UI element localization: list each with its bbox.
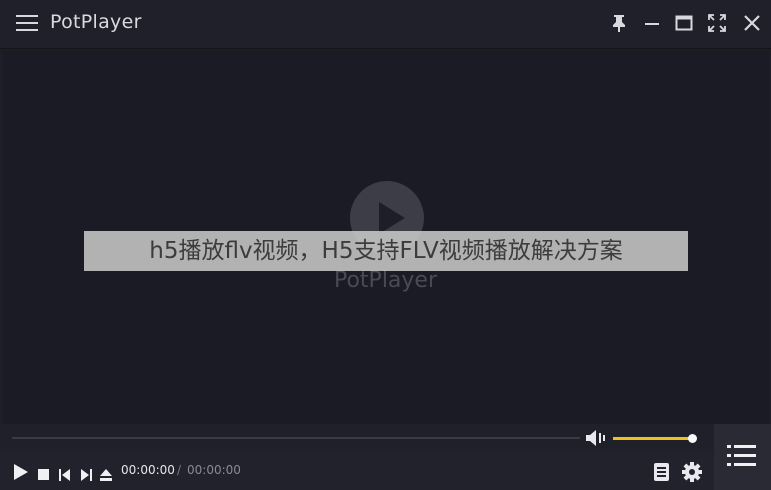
pin-icon[interactable] (608, 12, 630, 34)
play-icon[interactable] (13, 463, 29, 481)
potplayer-window: PotPlayer PotPlayer h5播放flv视频，H5支持FLV视频播… (0, 0, 771, 490)
fullscreen-icon[interactable] (706, 12, 728, 34)
subtitle-overlay: h5播放flv视频，H5支持FLV视频播放解决方案 (84, 231, 688, 271)
minimize-icon[interactable] (641, 12, 663, 34)
title-bar: PotPlayer (0, 0, 771, 49)
playlist-icon (727, 444, 757, 468)
time-separator: / (177, 463, 182, 477)
close-icon[interactable] (741, 12, 763, 34)
settings-gear-icon[interactable] (682, 462, 702, 482)
volume-slider-knob[interactable] (688, 434, 697, 443)
eject-icon[interactable] (100, 466, 112, 481)
current-time: 00:00:00 (121, 463, 175, 477)
previous-icon[interactable] (59, 466, 71, 481)
stop-icon[interactable] (38, 466, 50, 480)
hamburger-menu-icon[interactable] (16, 14, 38, 32)
chapter-list-icon[interactable] (653, 462, 671, 482)
video-area[interactable]: PotPlayer h5播放flv视频，H5支持FLV视频播放解决方案 (2, 50, 769, 424)
total-time: 00:00:00 (187, 463, 241, 477)
playlist-button[interactable] (714, 424, 771, 490)
next-icon[interactable] (80, 466, 92, 481)
logo-text: PotPlayer (333, 268, 438, 293)
seek-bar[interactable] (12, 437, 580, 439)
control-bar: 00:00:00 / 00:00:00 (0, 452, 771, 490)
volume-slider[interactable] (613, 437, 693, 440)
seek-bar-row (0, 424, 771, 452)
app-title: PotPlayer (50, 11, 142, 33)
volume-icon[interactable] (585, 429, 607, 447)
maximize-icon[interactable] (673, 12, 695, 34)
